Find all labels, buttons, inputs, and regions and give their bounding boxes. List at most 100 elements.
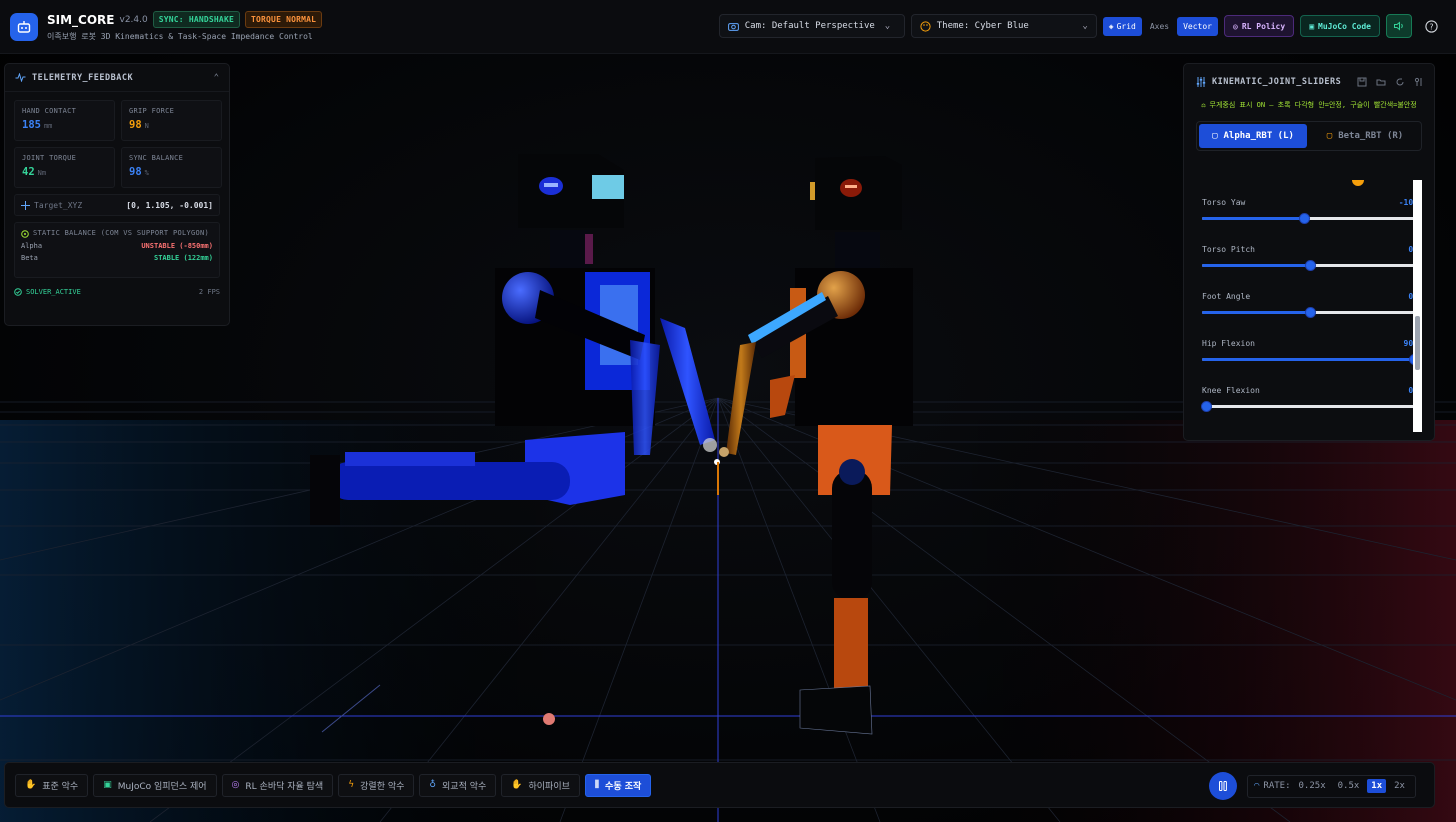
pause-button[interactable] [1209,772,1237,800]
check-circle-icon [14,288,22,296]
slider-thumb[interactable] [1201,401,1213,412]
chevron-down-icon: ⌄ [1082,21,1088,31]
slider-thumb[interactable] [1298,213,1310,224]
com-marker [543,713,555,725]
view-toggles: ◈ Grid Axes Vector [1102,16,1218,36]
mode-label: MuJoCo 임피던스 제어 [117,781,207,792]
slider-hip-flexion: Hip Flexion 90° [1196,329,1424,376]
partial-slider-thumb[interactable] [1352,180,1364,186]
kinematic-panel: KINEMATIC_JOINT_SLIDERS ⚖ 무게중심 표시 ON — 초… [1183,63,1435,441]
slider-track[interactable] [1202,307,1418,318]
slider-fill [1202,264,1310,267]
theme-select[interactable]: Theme: Cyber Blue ⌄ [910,14,1097,38]
top-header: SIM_CORE v2.4.0 SYNC: HANDSHAKE TORQUE N… [0,0,1456,54]
ik-tool-icon[interactable] [1414,77,1424,87]
speaker-icon [1394,21,1403,31]
mode-label: 하이파이브 [528,781,570,792]
brain-icon: ◎ [1233,21,1238,31]
layers-icon: ◈ [1108,21,1114,31]
metric-value: 42 [22,166,35,178]
target-icon [21,230,29,238]
gauge-icon: ◠ [1254,781,1260,791]
slider-list-scrollbar[interactable] [1413,180,1422,432]
rate-option-025x[interactable]: 0.25x [1295,779,1330,793]
solver-status: SOLVER_ACTIVE [26,288,81,296]
slider-fill [1202,311,1310,314]
rl-policy-button[interactable]: ◎ RL Policy [1224,15,1295,37]
slider-track[interactable] [1202,260,1418,271]
slider-thumb[interactable] [1305,260,1316,271]
chevron-down-icon: ⌄ [884,21,891,31]
bottom-control-bar: ✋ 표준 악수 ▣ MuJoCo 임피던스 제어 ◎ RL 손바닥 자율 탐색 … [4,762,1435,808]
joint-slider-list[interactable]: Torso Yaw-10° Torso Pitch0° Foot Angle0°… [1196,180,1424,432]
static-balance-box: STATIC BALANCE (COM VS SUPPORT POLYGON) … [14,222,220,278]
sound-toggle-button[interactable] [1386,14,1412,38]
app-version: v2.4.0 [119,14,148,25]
rate-label: RATE: [1263,781,1291,791]
hand-icon: ✋ [25,780,37,790]
app-logo[interactable] [10,12,38,41]
camera-icon [727,22,739,31]
grid-toggle[interactable]: ◈ Grid [1102,16,1142,36]
playback-rate-control: ◠ RATE: 0.25x 0.5x 1x 2x [1247,774,1416,798]
chip-icon: ▣ [1309,21,1315,31]
kinematic-header: KINEMATIC_JOINT_SLIDERS [1184,64,1434,100]
slider-label: Foot Angle [1202,292,1251,301]
help-circle-icon: ? [1424,19,1438,33]
folder-open-icon[interactable] [1376,77,1386,87]
axes-toggle[interactable]: Axes [1144,17,1175,36]
tab-alpha-robot[interactable]: ▢ Alpha_RBT (L) [1199,124,1307,148]
rate-option-05x[interactable]: 0.5x [1334,779,1364,793]
tab-beta-robot[interactable]: ▢ Beta_RBT (R) [1311,124,1419,148]
slider-thumb[interactable] [1305,307,1316,318]
balance-name: Beta [21,254,38,262]
collapse-chevron-icon[interactable]: ⌃ [214,73,219,83]
mode-label: 외교적 악수 [442,781,487,792]
vector-toggle[interactable]: Vector [1177,16,1218,36]
reset-icon[interactable] [1395,77,1405,87]
target-value: [0, 1.105, -0.001] [126,200,213,210]
balance-row-alpha: Alpha UNSTABLE (-850mm) [21,242,213,250]
mode-manual-control[interactable]: ⫼ 수동 조작 [584,773,652,797]
mode-strong-handshake[interactable]: ϟ 강렬한 악수 [338,773,415,797]
mode-standard-handshake[interactable]: ✋ 표준 악수 [15,773,89,797]
telemetry-panel: TELEMETRY_FEEDBACK ⌃ HAND CONTACT 185 mm … [4,63,230,326]
balance-title: STATIC BALANCE (COM VS SUPPORT POLYGON) [33,229,210,237]
slider-label: Torso Pitch [1202,245,1255,254]
mode-mujoco-impedance[interactable]: ▣ MuJoCo 임피던스 제어 [93,773,217,797]
rate-option-2x[interactable]: 2x [1390,779,1409,793]
app-title: SIM_CORE [47,12,115,27]
help-button[interactable]: ? [1418,14,1444,38]
camera-select[interactable]: Cam: Default Perspective ⌄ [718,14,905,38]
mode-diplomatic-handshake[interactable]: ♁ 외교적 악수 [419,773,497,797]
theme-select-value: Theme: Cyber Blue [936,21,1029,31]
metric-label: HAND CONTACT [22,107,77,115]
rate-option-1x[interactable]: 1x [1367,779,1387,793]
target-label: Target_XYZ [34,200,83,210]
slider-track[interactable] [1201,401,1418,412]
mujoco-code-button[interactable]: ▣ MuJoCo Code [1300,15,1380,37]
slider-label: Hip Flexion [1202,339,1255,348]
tab-alpha-label: Alpha_RBT (L) [1223,131,1294,141]
balance-row-beta: Beta STABLE (122mm) [21,254,213,262]
metric-hand-contact: HAND CONTACT 185 mm [14,100,115,141]
sliders-icon: ⫼ [594,780,600,790]
slider-track[interactable] [1202,213,1418,224]
mode-label: 강렬한 악수 [360,781,405,792]
mujoco-code-label: MuJoCo Code [1318,21,1371,31]
metric-label: JOINT TORQUE [22,154,77,162]
slider-track[interactable] [1202,354,1420,365]
palette-icon [920,20,931,32]
metric-sync-balance: SYNC BALANCE 98% [121,147,222,188]
save-icon[interactable] [1357,77,1367,87]
scrollbar-thumb[interactable] [1415,316,1420,370]
robot-tabs: ▢ Alpha_RBT (L) ▢ Beta_RBT (R) [1196,121,1422,151]
scale-icon: ⚖ [1201,101,1206,109]
slider-label: Knee Flexion [1202,386,1260,395]
mode-high-five[interactable]: ✋ 하이파이브 [501,773,580,797]
robot-icon [17,20,31,33]
solver-status-row: SOLVER_ACTIVE 2 FPS [14,288,220,296]
mode-rl-palm-search[interactable]: ◎ RL 손바닥 자율 탐색 [221,773,334,797]
activity-icon [15,73,26,82]
metric-grip-force: GRIP FORCE 98 N [121,100,222,141]
